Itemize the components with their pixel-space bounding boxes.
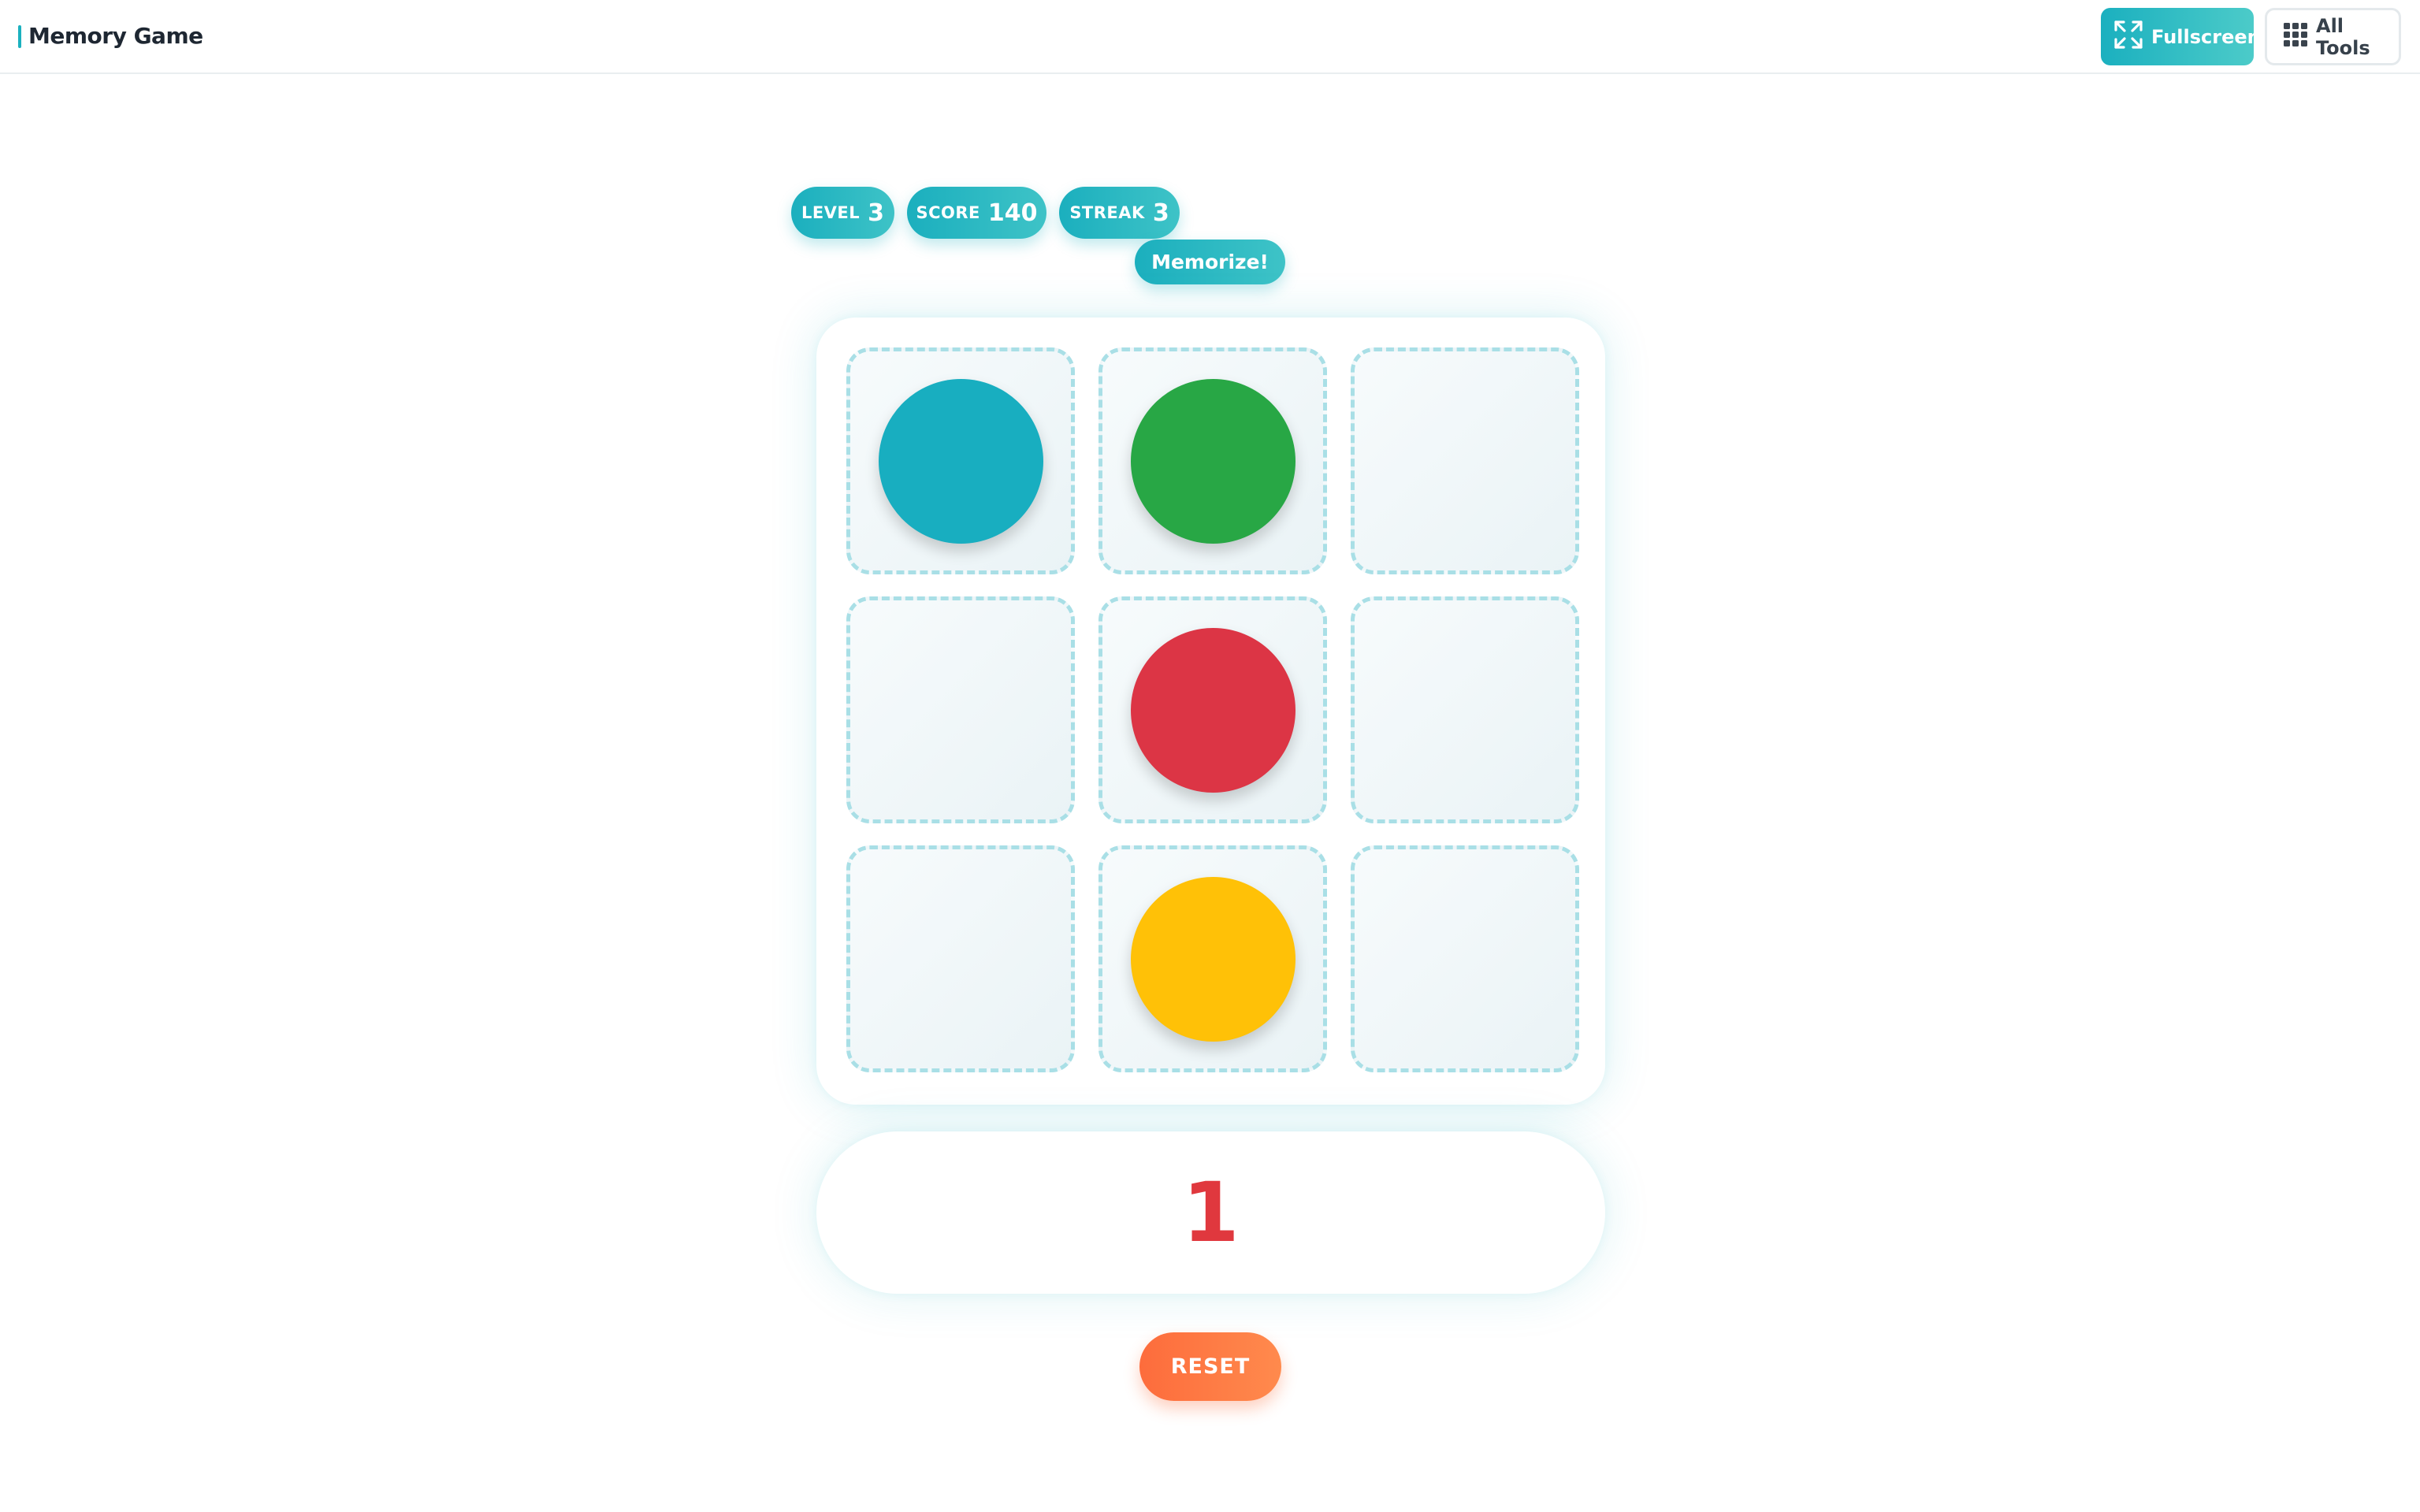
score-badge: SCORE 140: [907, 187, 1046, 239]
status-message: Memorize!: [1135, 240, 1285, 284]
grid-cell-r2-c2[interactable]: [1098, 596, 1327, 823]
countdown-value: 1: [1182, 1165, 1240, 1261]
grid-cell-r1-c1[interactable]: [846, 347, 1075, 574]
color-dot: [879, 379, 1043, 544]
grid-cell-r3-c3[interactable]: [1351, 845, 1579, 1072]
fullscreen-button[interactable]: Fullscreen: [2101, 8, 2261, 65]
grid-cell-r3-c2[interactable]: [1098, 845, 1327, 1072]
game-board: [816, 318, 1605, 1105]
level-label: LEVEL: [801, 203, 861, 222]
reset-button[interactable]: RESET: [1139, 1332, 1281, 1401]
streak-label: STREAK: [1069, 203, 1145, 222]
grid-icon: [2283, 22, 2308, 52]
color-dot: [1131, 628, 1295, 793]
streak-value: 3: [1152, 199, 1169, 227]
color-dot: [1131, 379, 1295, 544]
level-value: 3: [868, 199, 885, 227]
grid-cell-r1-c3[interactable]: [1351, 347, 1579, 574]
grid-cell-r3-c1[interactable]: [846, 845, 1075, 1072]
countdown-panel: 1: [816, 1131, 1605, 1294]
grid-cell-r1-c2[interactable]: [1098, 347, 1327, 574]
app-title: Memory Game: [28, 23, 203, 49]
all-tools-button[interactable]: All Tools: [2265, 8, 2401, 65]
color-dot: [1131, 877, 1295, 1042]
all-tools-label: All Tools: [2316, 14, 2370, 59]
streak-badge: STREAK 3: [1059, 187, 1180, 239]
grid-cell-r2-c1[interactable]: [846, 596, 1075, 823]
fullscreen-label: Fullscreen: [2151, 25, 2261, 48]
expand-icon: [2113, 20, 2143, 54]
title-accent-bar: [18, 25, 21, 48]
app-header: Memory Game Fullscreen All Tools: [0, 0, 2420, 74]
level-badge: LEVEL 3: [791, 187, 894, 239]
score-label: SCORE: [916, 203, 980, 222]
score-value: 140: [987, 199, 1038, 227]
grid-cell-r2-c3[interactable]: [1351, 596, 1579, 823]
